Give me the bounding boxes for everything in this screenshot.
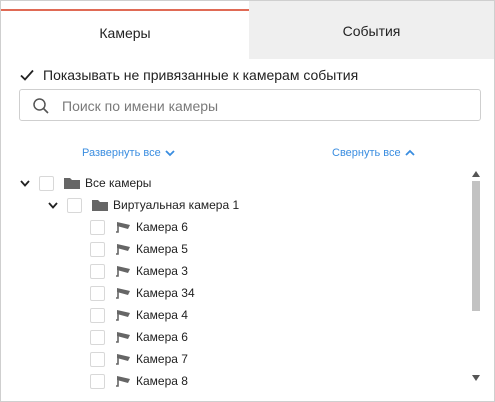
tree-node-label: Все камеры — [85, 176, 152, 190]
camera-label: Камера 8 — [136, 374, 188, 388]
camera-icon — [116, 244, 130, 255]
camera-label: Камера 34 — [136, 286, 195, 300]
camera-label: Камера 6 — [136, 330, 188, 344]
camera-checkbox[interactable] — [90, 263, 105, 279]
camera-icon — [116, 332, 130, 343]
camera-icon — [116, 354, 130, 365]
camera-tree: Все камеры Виртуальная камера 1 Камера 6 — [1, 169, 471, 389]
camera-checkbox[interactable] — [90, 219, 105, 235]
chevron-up-icon — [405, 149, 415, 156]
camera-checkbox[interactable] — [90, 241, 105, 257]
tree-node-camera: Камера 6 — [90, 217, 188, 237]
camera-icon — [116, 266, 130, 277]
scrollbar-thumb[interactable] — [472, 181, 480, 311]
scroll-up-arrow-icon[interactable] — [472, 171, 480, 177]
camera-label: Камера 6 — [136, 220, 188, 234]
show-unbound-events-label: Показывать не привязанные к камерам собы… — [43, 67, 359, 83]
tree-node-camera: Камера 34 — [90, 283, 195, 303]
checkmark-icon[interactable] — [19, 67, 35, 83]
camera-checkbox[interactable] — [90, 285, 105, 301]
chevron-down-icon — [165, 150, 175, 157]
folder-icon — [92, 200, 108, 211]
tree-node-camera: Камера 6 — [90, 327, 188, 347]
camera-icon — [116, 310, 130, 321]
collapse-all-button[interactable]: Свернуть все — [332, 147, 415, 159]
search-box[interactable] — [19, 89, 481, 121]
camera-label: Камера 5 — [136, 242, 188, 256]
tab-cameras-label: Камеры — [99, 25, 151, 41]
tree-node-camera: Камера 7 — [90, 349, 188, 369]
camera-checkbox[interactable] — [90, 307, 105, 323]
tree-node-virtual-camera-1: Виртуальная камера 1 — [47, 195, 239, 215]
camera-checkbox[interactable] — [90, 351, 105, 367]
camera-label: Камера 3 — [136, 264, 188, 278]
search-icon — [32, 97, 50, 115]
tab-events[interactable]: События — [249, 1, 494, 59]
tree-node-label: Виртуальная камера 1 — [113, 198, 240, 212]
tree-node-camera: Камера 8 — [90, 371, 188, 389]
checkbox-virtual-camera-1[interactable] — [67, 197, 82, 213]
camera-icon — [116, 288, 130, 299]
camera-checkbox[interactable] — [90, 329, 105, 345]
search-input[interactable] — [60, 95, 464, 117]
chevron-down-icon[interactable] — [19, 177, 31, 189]
cameras-panel: Камеры События Показывать не привязанные… — [0, 0, 495, 402]
camera-label: Камера 7 — [136, 352, 188, 366]
camera-icon — [116, 222, 130, 233]
show-unbound-events-option[interactable]: Показывать не привязанные к камерам собы… — [19, 65, 358, 85]
camera-icon — [116, 376, 130, 387]
chevron-down-icon[interactable] — [47, 199, 59, 211]
folder-icon — [64, 178, 80, 189]
tree-node-all-cameras: Все камеры — [19, 173, 151, 193]
tree-node-camera: Камера 4 — [90, 305, 188, 325]
scroll-down-arrow-icon[interactable] — [472, 375, 480, 381]
checkbox-all-cameras[interactable] — [39, 175, 54, 191]
tab-bar: Камеры События — [1, 1, 494, 59]
tree-node-camera: Камера 5 — [90, 239, 188, 259]
collapse-all-label: Свернуть все — [332, 147, 401, 159]
expand-all-label: Развернуть все — [82, 147, 161, 159]
expand-all-button[interactable]: Развернуть все — [82, 147, 175, 159]
tab-events-label: События — [342, 23, 401, 39]
tree-node-camera: Камера 3 — [90, 261, 188, 281]
tree-scrollbar[interactable] — [470, 169, 482, 385]
tab-cameras[interactable]: Камеры — [1, 9, 249, 55]
camera-checkbox[interactable] — [90, 373, 105, 389]
camera-label: Камера 4 — [136, 308, 188, 322]
